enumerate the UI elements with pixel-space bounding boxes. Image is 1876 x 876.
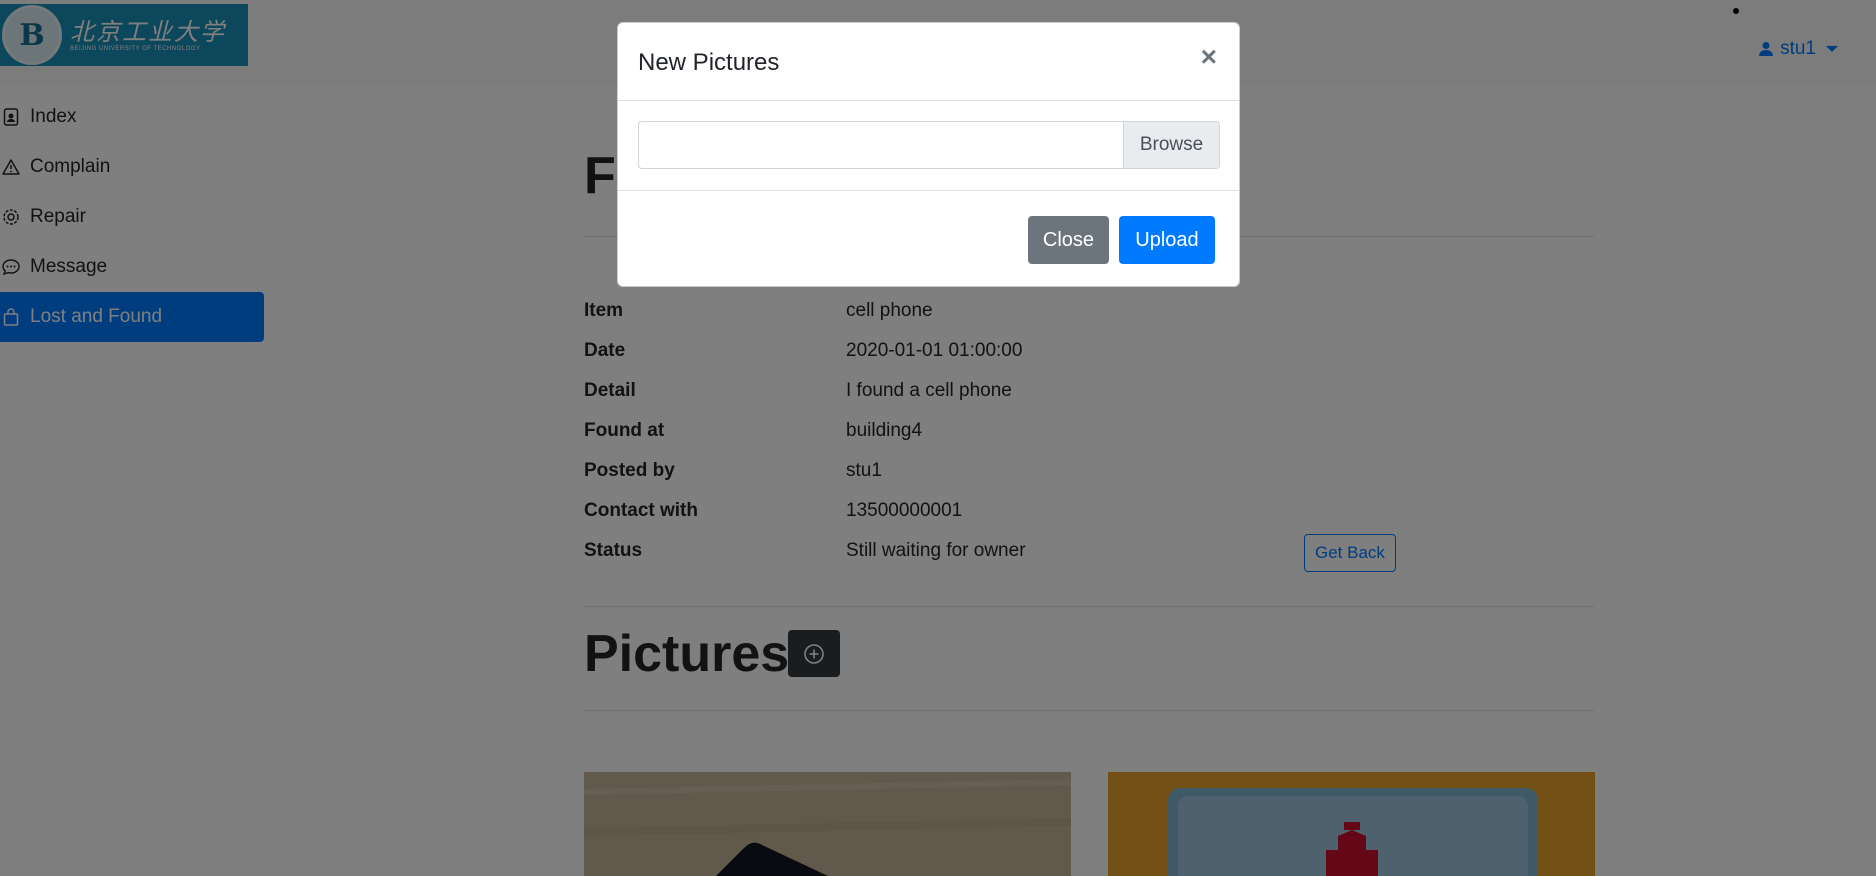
browse-button[interactable]: Browse [1123, 122, 1219, 168]
new-pictures-modal: New Pictures × Browse Close Upload [617, 22, 1240, 287]
modal-title: New Pictures [638, 49, 780, 76]
file-input[interactable]: Browse [638, 121, 1220, 169]
close-icon[interactable]: × [1201, 43, 1217, 71]
modal-header: New Pictures × [618, 23, 1239, 101]
upload-button[interactable]: Upload [1119, 216, 1215, 264]
close-button[interactable]: Close [1028, 216, 1109, 264]
modal-body: Browse [618, 101, 1239, 191]
modal-footer: Close Upload [618, 191, 1239, 287]
